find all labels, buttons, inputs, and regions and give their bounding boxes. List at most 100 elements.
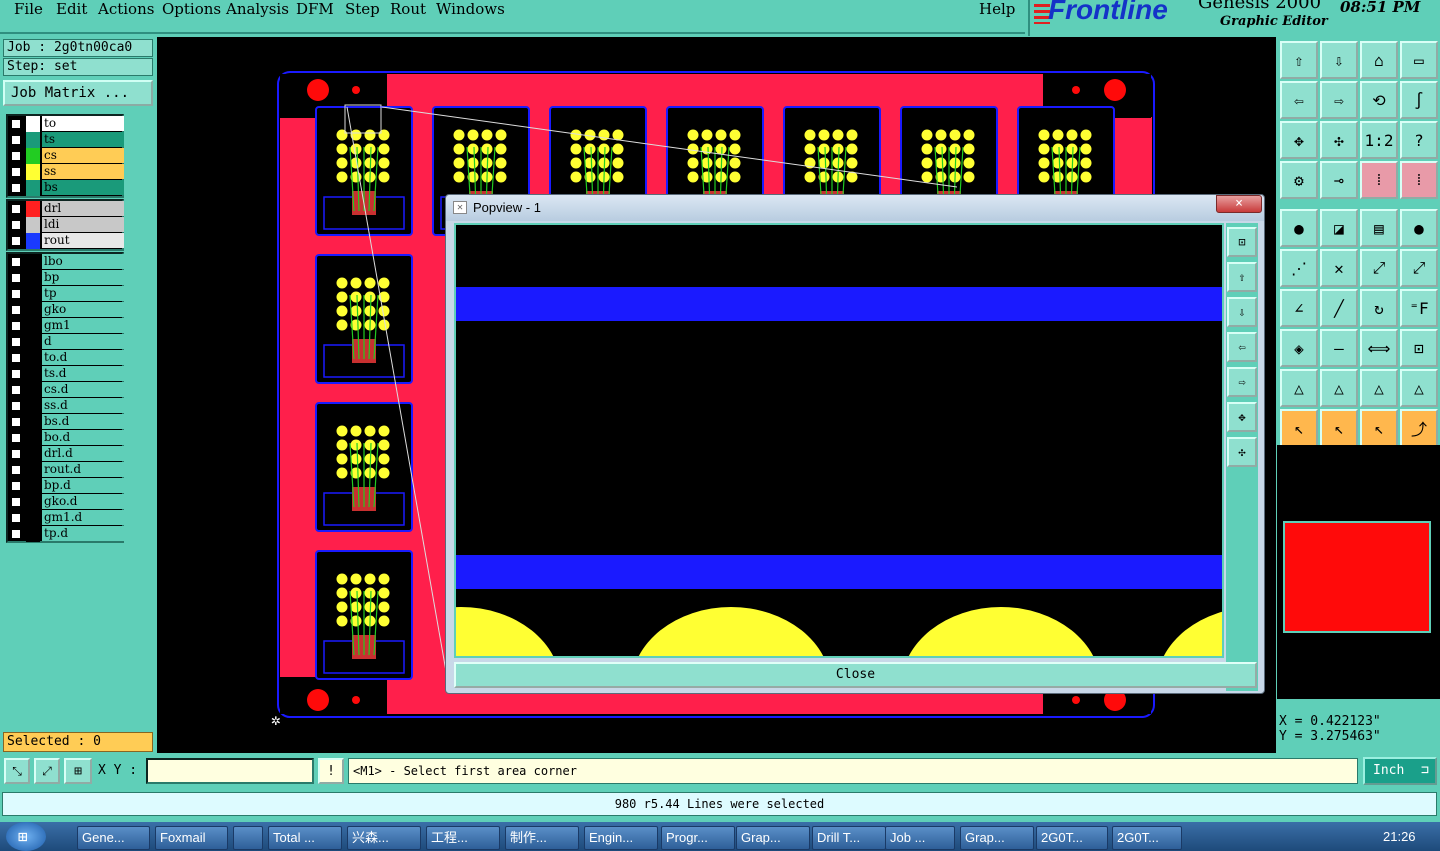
layer-name[interactable]: tp.d: [42, 526, 124, 541]
layer-checkbox[interactable]: [10, 512, 22, 524]
layer-checkbox[interactable]: [10, 528, 22, 540]
dash-icon[interactable]: —: [1320, 329, 1358, 367]
layer-name[interactable]: bp: [42, 270, 124, 285]
taskbar-item[interactable]: Total ...: [268, 826, 342, 850]
menu-options[interactable]: Options: [162, 0, 221, 18]
taskbar-item[interactable]: 兴森...: [347, 826, 421, 850]
layer-row-drl-d[interactable]: drl.d: [8, 446, 124, 462]
taskbar-item[interactable]: Gene...: [77, 826, 150, 850]
layer-checkbox[interactable]: [10, 400, 22, 412]
layer-checkbox[interactable]: [10, 448, 22, 460]
line-b-icon[interactable]: ⤢: [1400, 249, 1438, 287]
layer-checkbox[interactable]: [10, 166, 22, 178]
layer-name[interactable]: rout: [42, 233, 124, 248]
layer-name[interactable]: bo.d: [42, 430, 124, 445]
units-select[interactable]: Inch ⊐: [1363, 757, 1437, 785]
layer-name[interactable]: ss: [42, 164, 124, 179]
layer-checkbox[interactable]: [10, 118, 22, 130]
layer-name[interactable]: d: [42, 334, 124, 349]
move-left-icon[interactable]: ⇦: [1280, 81, 1318, 119]
layer-name[interactable]: tp: [42, 286, 124, 301]
layer-name[interactable]: bs: [42, 180, 124, 195]
taskbar-item[interactable]: Drill T...: [812, 826, 886, 850]
layer-name[interactable]: gko.d: [42, 494, 124, 509]
ratio-icon[interactable]: 1:2: [1360, 121, 1398, 159]
layer-row-tp-d[interactable]: tp.d: [8, 526, 124, 542]
layer-row-rout[interactable]: rout: [8, 233, 124, 249]
measure-icon[interactable]: ⟺: [1360, 329, 1398, 367]
popview-tool-3-icon[interactable]: ⇦: [1227, 332, 1257, 362]
xy-input[interactable]: [146, 758, 314, 784]
panel-b-icon[interactable]: ⁞: [1400, 161, 1438, 199]
layer-name[interactable]: cs: [42, 148, 124, 163]
layer-row-bp-d[interactable]: bp.d: [8, 478, 124, 494]
slash-icon[interactable]: ╱: [1320, 289, 1358, 327]
arc-d-icon[interactable]: △: [1400, 369, 1438, 407]
layer-row-gm1-d[interactable]: gm1.d: [8, 510, 124, 526]
layer-name[interactable]: bs.d: [42, 414, 124, 429]
popview-tool-1-icon[interactable]: ⇧: [1227, 262, 1257, 292]
layer-name[interactable]: drl: [42, 201, 124, 216]
cursor-b-icon[interactable]: ↖: [1320, 409, 1358, 447]
popview-tool-5-icon[interactable]: ✥: [1227, 402, 1257, 432]
cross-icon[interactable]: ✕: [1320, 249, 1358, 287]
move-down-icon[interactable]: ⇩: [1320, 41, 1358, 79]
taskbar-item[interactable]: Engin...: [584, 826, 658, 850]
layer-row-tp[interactable]: tp: [8, 286, 124, 302]
layer-row-cs-d[interactable]: cs.d: [8, 382, 124, 398]
zoom-area-icon[interactable]: ⤡: [4, 758, 30, 784]
cursor-a-icon[interactable]: ↖: [1280, 409, 1318, 447]
ruler-icon[interactable]: ▤: [1360, 209, 1398, 247]
text-f-icon[interactable]: ⁼F: [1400, 289, 1438, 327]
layer-checkbox[interactable]: [10, 384, 22, 396]
layer-row-bs[interactable]: bs: [8, 180, 124, 196]
arc-b-icon[interactable]: △: [1320, 369, 1358, 407]
layer-checkbox[interactable]: [10, 352, 22, 364]
taskbar-item[interactable]: [233, 826, 263, 850]
settings-icon[interactable]: ⚙: [1280, 161, 1318, 199]
taskbar-item[interactable]: 2G0T...: [1036, 826, 1108, 850]
popview-tool-4-icon[interactable]: ⇨: [1227, 367, 1257, 397]
layer-row-d[interactable]: d: [8, 334, 124, 350]
menu-file[interactable]: File: [14, 0, 43, 18]
key-icon[interactable]: ⊸: [1320, 161, 1358, 199]
layer-row-ts[interactable]: ts: [8, 132, 124, 148]
fit-icon[interactable]: ✥: [1280, 121, 1318, 159]
layer-color-icon[interactable]: ◪: [1320, 209, 1358, 247]
group-icon[interactable]: ⊡: [1400, 329, 1438, 367]
layer-checkbox[interactable]: [10, 304, 22, 316]
layer-row-gko-d[interactable]: gko.d: [8, 494, 124, 510]
popview-tool-0-icon[interactable]: ⊡: [1227, 227, 1257, 257]
layer-checkbox[interactable]: [10, 182, 22, 194]
menu-analysis[interactable]: Analysis: [226, 0, 289, 18]
dot-icon[interactable]: ●: [1400, 209, 1438, 247]
popview-tool-2-icon[interactable]: ⇩: [1227, 297, 1257, 327]
layer-row-ss-d[interactable]: ss.d: [8, 398, 124, 414]
menu-actions[interactable]: Actions: [98, 0, 154, 18]
layer-name[interactable]: gm1.d: [42, 510, 124, 525]
cursor-c-icon[interactable]: ↖: [1360, 409, 1398, 447]
pad-icon[interactable]: ●: [1280, 209, 1318, 247]
menu-rout[interactable]: Rout: [390, 0, 426, 18]
layer-checkbox[interactable]: [10, 134, 22, 146]
layer-row-ts-d[interactable]: ts.d: [8, 366, 124, 382]
window-icon[interactable]: ▭: [1400, 41, 1438, 79]
layer-name[interactable]: ts: [42, 132, 124, 147]
layer-name[interactable]: bp.d: [42, 478, 124, 493]
snap-icon[interactable]: ⋰: [1280, 249, 1318, 287]
s-curve-icon[interactable]: ∫: [1400, 81, 1438, 119]
panel-a-icon[interactable]: ⁞: [1360, 161, 1398, 199]
arc-c-icon[interactable]: △: [1360, 369, 1398, 407]
alert-icon[interactable]: !: [318, 758, 344, 784]
job-matrix-button[interactable]: Job Matrix ...: [3, 80, 153, 106]
layer-row-bo-d[interactable]: bo.d: [8, 430, 124, 446]
home-icon[interactable]: ⌂: [1360, 41, 1398, 79]
layer-name[interactable]: drl.d: [42, 446, 124, 461]
start-button[interactable]: ⊞: [6, 822, 46, 851]
layer-checkbox[interactable]: [10, 150, 22, 162]
arc-a-icon[interactable]: △: [1280, 369, 1318, 407]
layer-checkbox[interactable]: [10, 272, 22, 284]
popview-titlebar[interactable]: ✕ Popview - 1 ×: [446, 195, 1264, 221]
angle-icon[interactable]: ∠: [1280, 289, 1318, 327]
taskbar-item[interactable]: Grap...: [736, 826, 810, 850]
